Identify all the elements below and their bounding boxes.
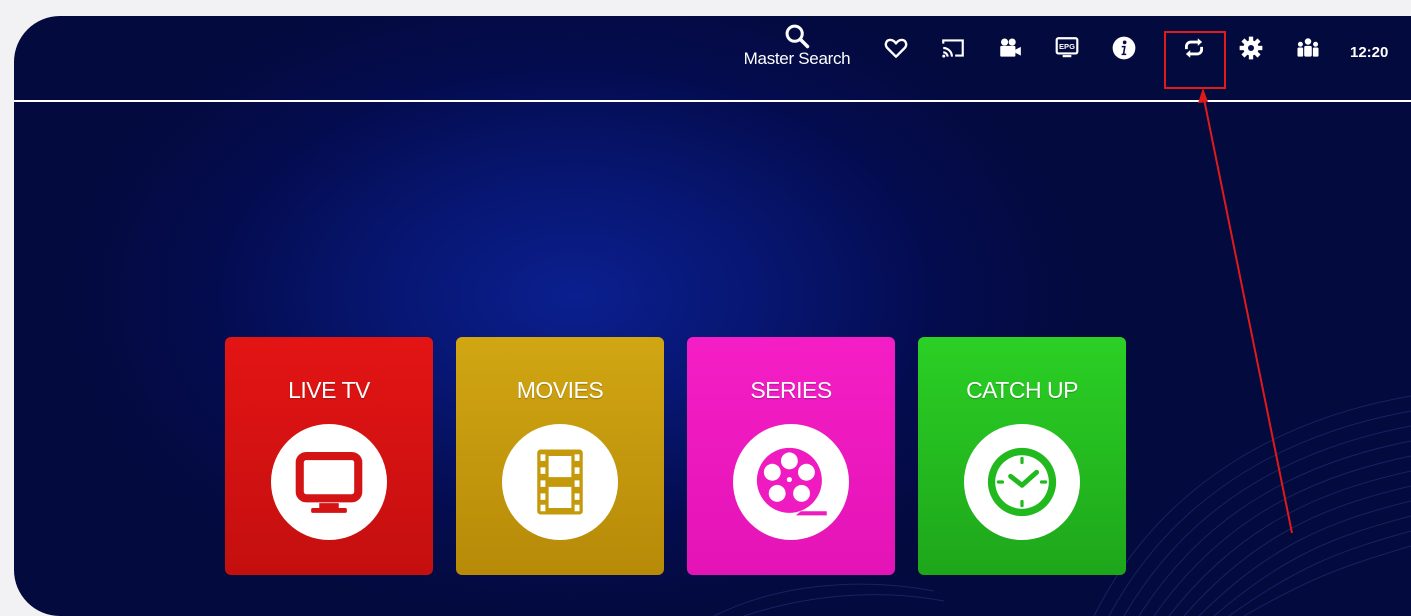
tv-icon	[295, 451, 363, 513]
gear-icon	[1239, 36, 1263, 60]
live-tv-tile[interactable]: LIVE TV	[225, 337, 433, 575]
movies-label: MOVIES	[516, 377, 604, 403]
series-icon-circle	[733, 424, 849, 540]
series-tile[interactable]: SERIES	[687, 337, 895, 575]
series-label: SERIES	[750, 377, 832, 403]
users-button[interactable]	[1294, 34, 1322, 62]
info-icon	[1112, 36, 1136, 60]
movies-tile[interactable]: MOVIES	[456, 337, 664, 575]
film-icon	[537, 449, 583, 515]
epg-button[interactable]: EPG	[1053, 34, 1081, 62]
favorites-button[interactable]	[882, 34, 910, 62]
video-camera-icon	[1000, 38, 1021, 57]
film-reel-icon	[756, 447, 827, 516]
movies-icon-circle	[502, 424, 618, 540]
settings-button[interactable]	[1237, 34, 1265, 62]
svg-text:EPG: EPG	[1059, 42, 1075, 51]
epg-icon: EPG	[1055, 37, 1079, 58]
catch-up-icon-circle	[964, 424, 1080, 540]
catch-up-label: CATCH UP	[966, 377, 1078, 403]
search-icon	[785, 24, 810, 49]
catch-up-tile[interactable]: CATCH UP	[918, 337, 1126, 575]
master-search-label: Master Search	[743, 49, 851, 68]
app-screen: Master Search EPG 12:20 LIVE TV MOVIES S…	[14, 16, 1411, 616]
clock-icon	[987, 447, 1057, 517]
heart-icon	[884, 38, 908, 58]
cast-icon	[942, 39, 964, 58]
cast-button[interactable]	[939, 34, 967, 62]
clock-display: 12:20	[1350, 44, 1389, 61]
live-tv-label: LIVE TV	[288, 377, 370, 403]
live-tv-icon-circle	[271, 424, 387, 540]
master-search-button[interactable]: Master Search	[732, 22, 862, 69]
users-icon	[1297, 38, 1319, 57]
info-button[interactable]	[1110, 34, 1138, 62]
refresh-highlight-box	[1164, 31, 1226, 89]
recordings-button[interactable]	[996, 34, 1024, 62]
